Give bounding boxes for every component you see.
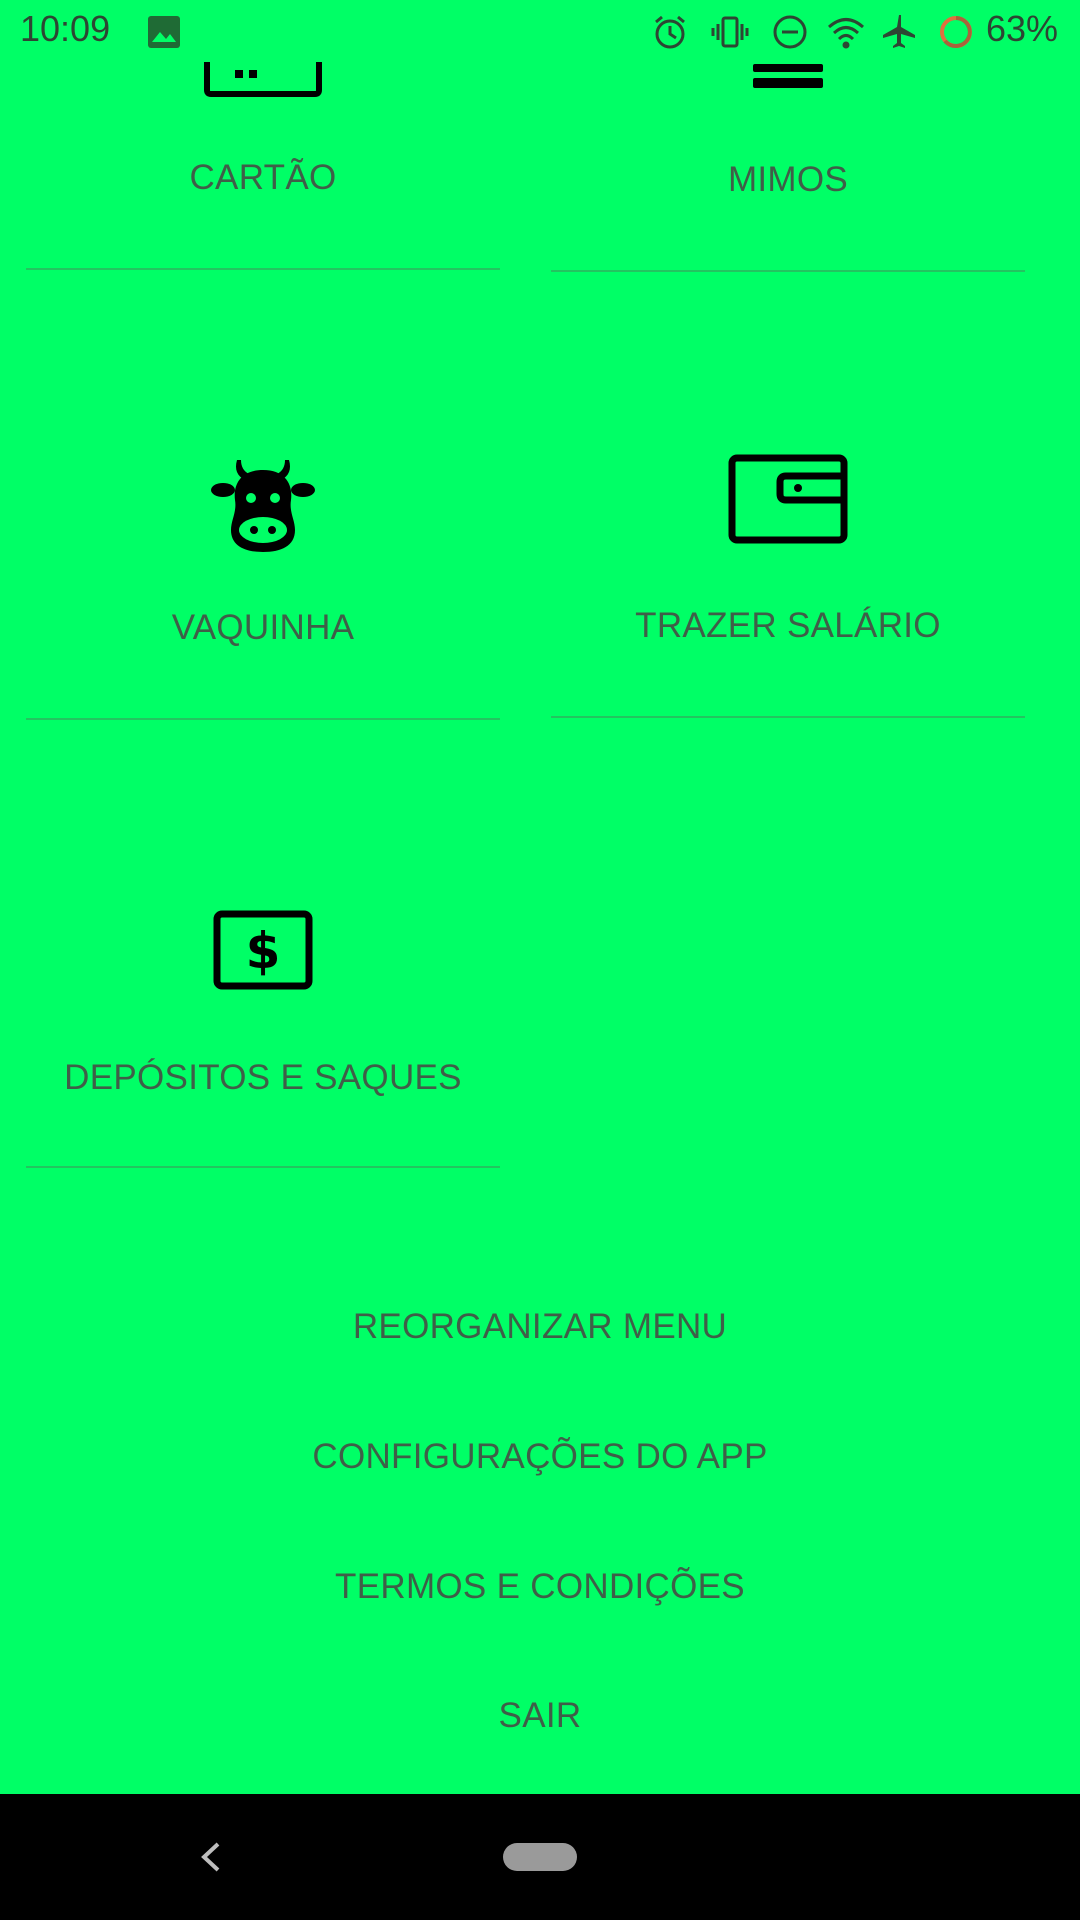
logout-button[interactable]: SAIR xyxy=(0,1696,1080,1736)
app-settings-button[interactable]: CONFIGURAÇÕES DO APP xyxy=(0,1437,1080,1477)
back-icon[interactable] xyxy=(190,1832,230,1882)
navigation-bar xyxy=(0,1794,1080,1920)
tile-label: TRAZER SALÁRIO xyxy=(635,606,941,645)
reorganize-menu-button[interactable]: REORGANIZAR MENU xyxy=(0,1307,1080,1347)
gift-icon xyxy=(751,64,825,99)
wallet-icon xyxy=(728,454,848,549)
app-screen: 10:09 63% CARTÃO MIMOS VAQUINHA TRAZER S… xyxy=(0,0,1080,1920)
tile-label: VAQUINHA xyxy=(171,608,355,647)
tile-label: CARTÃO xyxy=(189,158,337,197)
tile-trazer-salario[interactable]: TRAZER SALÁRIO xyxy=(551,272,1025,720)
divider xyxy=(26,268,500,270)
cow-icon xyxy=(211,454,315,559)
tile-label: MIMOS xyxy=(727,160,849,199)
terms-button[interactable]: TERMOS E CONDIÇÕES xyxy=(0,1567,1080,1607)
card-icon xyxy=(203,62,323,103)
divider xyxy=(551,716,1025,718)
tile-vaquinha[interactable]: VAQUINHA xyxy=(26,272,500,720)
home-pill-button[interactable] xyxy=(503,1843,577,1871)
dollar-bill-icon: $ xyxy=(213,910,313,995)
tile-mimos[interactable]: MIMOS xyxy=(551,0,1025,272)
divider xyxy=(26,1166,500,1168)
tile-depositos-saques[interactable]: $ DEPÓSITOS E SAQUES xyxy=(26,720,500,1168)
svg-text:$: $ xyxy=(246,922,281,980)
tile-label: DEPÓSITOS E SAQUES xyxy=(64,1058,462,1097)
tile-cartao[interactable]: CARTÃO xyxy=(26,0,500,270)
